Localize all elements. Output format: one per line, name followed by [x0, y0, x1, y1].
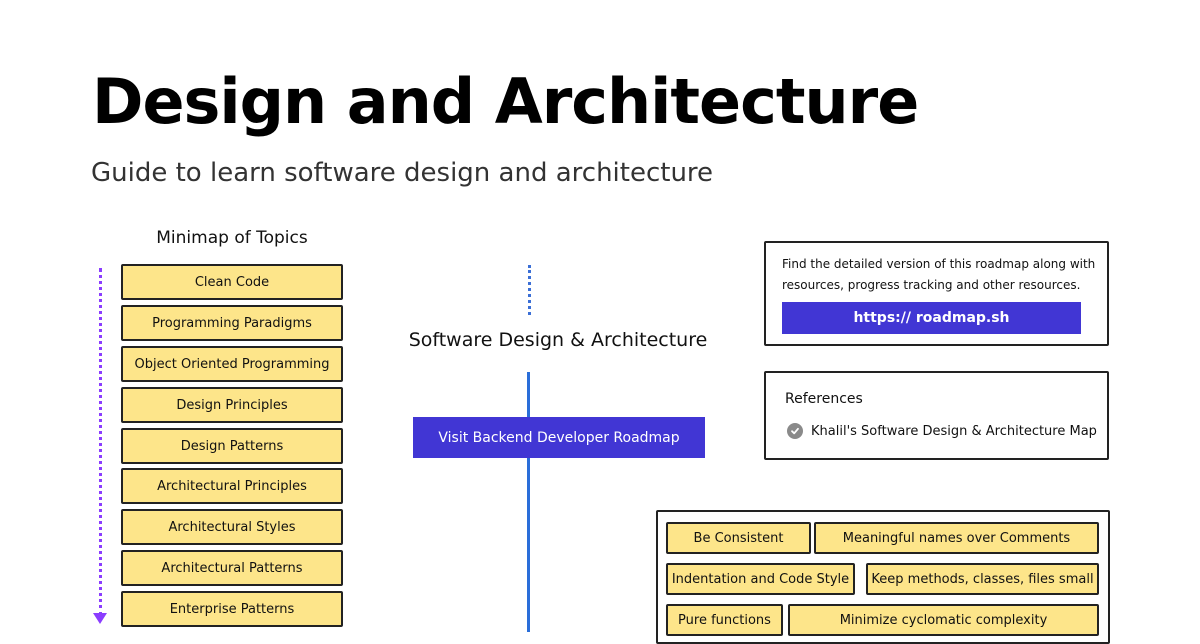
topic-enterprise-patterns[interactable]: Enterprise Patterns [121, 591, 343, 627]
practice-keep-small[interactable]: Keep methods, classes, files small [866, 563, 1099, 595]
practice-meaningful-names[interactable]: Meaningful names over Comments [814, 522, 1099, 554]
minimap-arrow-icon [93, 613, 107, 624]
topic-design-principles[interactable]: Design Principles [121, 387, 343, 423]
practice-be-consistent[interactable]: Be Consistent [666, 522, 811, 554]
topic-design-patterns[interactable]: Design Patterns [121, 428, 343, 464]
topic-architectural-patterns[interactable]: Architectural Patterns [121, 550, 343, 586]
minimap-title: Minimap of Topics [156, 228, 308, 248]
roadmap-link-button[interactable]: https:// roadmap.sh [782, 302, 1081, 334]
info-box: Find the detailed version of this roadma… [764, 241, 1109, 346]
page-title: Design and Architecture [92, 65, 919, 138]
topic-object-oriented-programming[interactable]: Object Oriented Programming [121, 346, 343, 382]
minimap-dotted-line [99, 268, 102, 616]
topic-programming-paradigms[interactable]: Programming Paradigms [121, 305, 343, 341]
connector-dotted-line [528, 265, 531, 315]
info-text: Find the detailed version of this roadma… [782, 257, 1096, 292]
topic-architectural-styles[interactable]: Architectural Styles [121, 509, 343, 545]
practice-indentation-code-style[interactable]: Indentation and Code Style [666, 563, 855, 595]
references-box: References Khalil's Software Design & Ar… [764, 371, 1109, 460]
connector-line [527, 372, 530, 632]
reference-label: Khalil's Software Design & Architecture … [811, 423, 1097, 439]
reference-item[interactable]: Khalil's Software Design & Architecture … [787, 423, 1097, 439]
topic-clean-code[interactable]: Clean Code [121, 264, 343, 300]
clean-code-practices-box: Be Consistent Meaningful names over Comm… [656, 510, 1110, 644]
references-title: References [785, 391, 863, 407]
practice-minimize-complexity[interactable]: Minimize cyclomatic complexity [788, 604, 1099, 636]
roadmap-root-title: Software Design & Architecture [408, 329, 708, 351]
topic-architectural-principles[interactable]: Architectural Principles [121, 468, 343, 504]
page-subtitle: Guide to learn software design and archi… [91, 158, 714, 188]
practice-pure-functions[interactable]: Pure functions [666, 604, 783, 636]
backend-roadmap-button[interactable]: Visit Backend Developer Roadmap [413, 417, 705, 458]
check-circle-icon [787, 423, 803, 439]
